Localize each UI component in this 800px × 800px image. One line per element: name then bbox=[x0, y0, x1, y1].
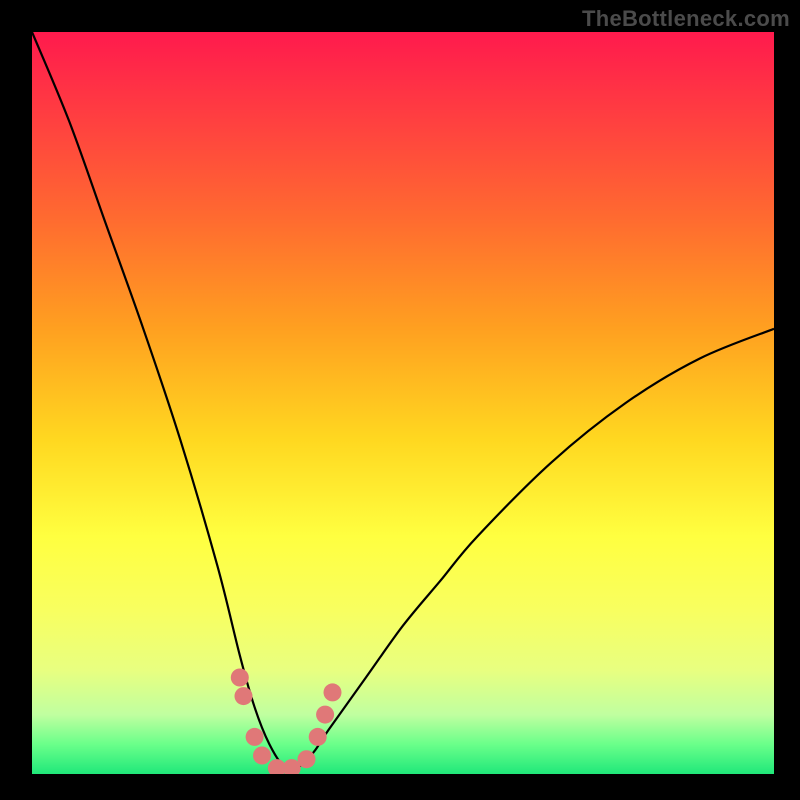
watermark-text: TheBottleneck.com bbox=[582, 6, 790, 32]
trough-dot bbox=[324, 683, 342, 701]
trough-dot bbox=[316, 706, 334, 724]
trough-dot bbox=[298, 750, 316, 768]
trough-dot bbox=[309, 728, 327, 746]
chart-frame: TheBottleneck.com bbox=[0, 0, 800, 800]
trough-dot bbox=[231, 669, 249, 687]
chart-svg bbox=[32, 32, 774, 774]
trough-dot bbox=[235, 687, 253, 705]
trough-dot bbox=[246, 728, 264, 746]
trough-dot bbox=[253, 747, 271, 765]
plot-area bbox=[32, 32, 774, 774]
bottleneck-curve bbox=[32, 32, 774, 769]
